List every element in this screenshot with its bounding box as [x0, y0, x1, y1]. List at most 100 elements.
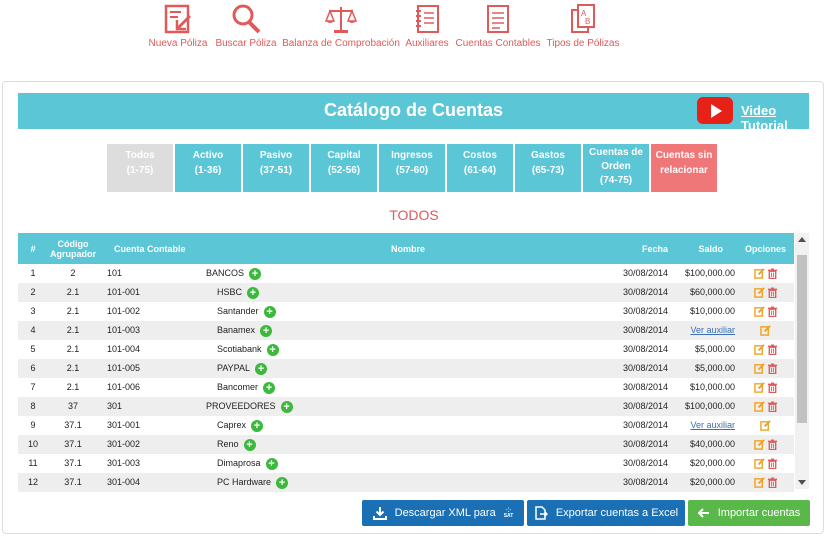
add-subaccount-icon[interactable]: + [255, 362, 268, 375]
scroll-thumb[interactable] [797, 255, 807, 423]
trash-icon[interactable] [767, 382, 778, 394]
trash-icon[interactable] [767, 439, 778, 451]
row-codigo: 2.1 [66, 306, 80, 316]
add-subaccount-icon[interactable]: + [260, 324, 273, 337]
buscar-poliza-button[interactable]: Buscar Póliza [215, 2, 277, 58]
ver-auxiliar-link[interactable]: Ver auxiliar [673, 416, 735, 435]
ver-auxiliar-link[interactable]: Ver auxiliar [673, 321, 735, 340]
add-subaccount-icon[interactable]: + [280, 400, 293, 413]
scroll-up-icon[interactable] [798, 237, 806, 242]
importar-cuentas-button[interactable]: Importar cuentas [688, 500, 810, 526]
trash-icon[interactable] [767, 458, 778, 470]
add-subaccount-icon[interactable]: + [243, 438, 256, 451]
row-nombre: Dimaprosa + [198, 454, 618, 473]
tab-label: Gastos [531, 150, 565, 161]
row-nombre: Santander + [198, 302, 618, 321]
edit-icon[interactable] [753, 382, 765, 393]
descargar-xml-button[interactable]: Descargar XML para ⁘ SAT [362, 500, 524, 526]
tab-ingresos[interactable]: Ingresos (57-60) [379, 144, 445, 192]
row-saldo: $20,000.00 [689, 477, 735, 487]
trash-icon[interactable] [767, 363, 778, 375]
add-subaccount-icon[interactable]: + [251, 419, 264, 432]
tab-todos[interactable]: Todos (1-75) [107, 144, 173, 192]
exportar-excel-button[interactable]: Exportar cuentas a Excel [527, 500, 685, 526]
edit-icon[interactable] [760, 420, 771, 431]
notebook-icon [416, 5, 439, 33]
edit-icon[interactable] [753, 306, 765, 317]
sat-label: SAT [503, 513, 514, 519]
edit-icon[interactable] [753, 344, 765, 355]
add-subaccount-icon[interactable]: + [247, 286, 260, 299]
edit-icon[interactable] [753, 287, 765, 298]
edit-icon[interactable] [753, 458, 765, 469]
tab-range: (74-75) [599, 175, 633, 186]
tab-costos[interactable]: Costos (61-64) [447, 144, 513, 192]
edit-icon[interactable] [760, 325, 771, 336]
youtube-icon[interactable] [697, 97, 733, 124]
row-nombre: PAYPAL + [198, 359, 618, 378]
table-scrollbar[interactable] [795, 233, 809, 489]
add-subaccount-icon[interactable]: + [263, 381, 276, 394]
add-subaccount-icon[interactable]: + [265, 457, 278, 470]
edit-icon[interactable] [753, 439, 765, 450]
row-cuenta: 301-003 [107, 458, 141, 468]
add-subaccount-icon[interactable]: + [263, 305, 276, 318]
tab-label: Capital [327, 150, 361, 161]
tab-capital[interactable]: Capital (52-56) [311, 144, 377, 192]
trash-icon[interactable] [767, 477, 778, 489]
tab-activo[interactable]: Activo (1-36) [175, 144, 241, 192]
row-codigo: 37.1 [64, 477, 82, 487]
reply-icon [697, 508, 709, 518]
tipos-polizas-button[interactable]: AB Tipos de Pólizas [547, 2, 620, 58]
edit-icon[interactable] [753, 477, 765, 488]
row-nombre: Reno + [198, 435, 618, 454]
row-saldo: $60,000.00 [689, 287, 735, 297]
cuentas-contables-button[interactable]: Cuentas Contables [455, 2, 541, 58]
trash-icon[interactable] [767, 287, 778, 299]
tab-sin-relacionar[interactable]: Cuentas sin relacionar [651, 144, 717, 192]
row-nombre-text: HSBC [217, 287, 243, 297]
video-tutorial-link[interactable]: Video Tutorial [741, 103, 809, 133]
row-number: 7 [30, 382, 36, 392]
tab-range: (1-36) [194, 165, 222, 176]
trash-icon[interactable] [767, 344, 778, 356]
auxiliares-button[interactable]: Auxiliares [405, 2, 449, 58]
row-codigo: 37.1 [64, 420, 82, 430]
row-saldo: $5,000.00 [694, 344, 735, 354]
tab-label: Costos [463, 150, 497, 161]
row-fecha: 30/08/2014 [622, 306, 668, 316]
tab-label: Cuentas de Orden [589, 147, 643, 172]
tab-pasivo[interactable]: Pasivo (37-51) [243, 144, 309, 192]
export-icon [535, 506, 548, 520]
scroll-down-icon[interactable] [798, 480, 806, 485]
header-cuenta: Cuenta Contable [114, 243, 186, 254]
edit-icon[interactable] [753, 401, 765, 412]
add-subaccount-icon[interactable]: + [276, 476, 289, 489]
tab-label: Cuentas sin relacionar [655, 150, 713, 176]
nueva-poliza-button[interactable]: Nueva Póliza [149, 2, 207, 58]
add-subaccount-icon[interactable]: + [249, 267, 262, 280]
row-options [743, 302, 788, 321]
sat-icon: ⁘ SAT [503, 506, 514, 520]
row-cuenta: 101-003 [107, 325, 141, 335]
row-codigo: 37 [67, 401, 78, 411]
edit-icon[interactable] [753, 363, 765, 374]
row-fecha: 30/08/2014 [622, 344, 668, 354]
table-header: # Código Agrupador Cuenta Contable Nombr… [18, 233, 794, 264]
balanza-button[interactable]: Balanza de Comprobación [282, 2, 400, 58]
tab-cuentas-orden[interactable]: Cuentas de Orden (74-75) [583, 144, 649, 192]
header-codigo: Código Agrupador [50, 238, 97, 259]
row-nombre: Bancomer + [198, 378, 618, 397]
add-subaccount-icon[interactable]: + [266, 343, 279, 356]
row-options [743, 283, 788, 302]
trash-icon[interactable] [767, 401, 778, 413]
row-fecha: 30/08/2014 [622, 382, 668, 392]
row-cuenta: 101-005 [107, 363, 141, 373]
edit-icon[interactable] [753, 268, 765, 279]
row-number: 5 [30, 344, 36, 354]
row-codigo: 2.1 [66, 363, 80, 373]
trash-icon[interactable] [767, 306, 778, 318]
tab-gastos[interactable]: Gastos (65-73) [515, 144, 581, 192]
trash-icon[interactable] [767, 268, 778, 280]
tab-range: (61-64) [463, 165, 497, 176]
